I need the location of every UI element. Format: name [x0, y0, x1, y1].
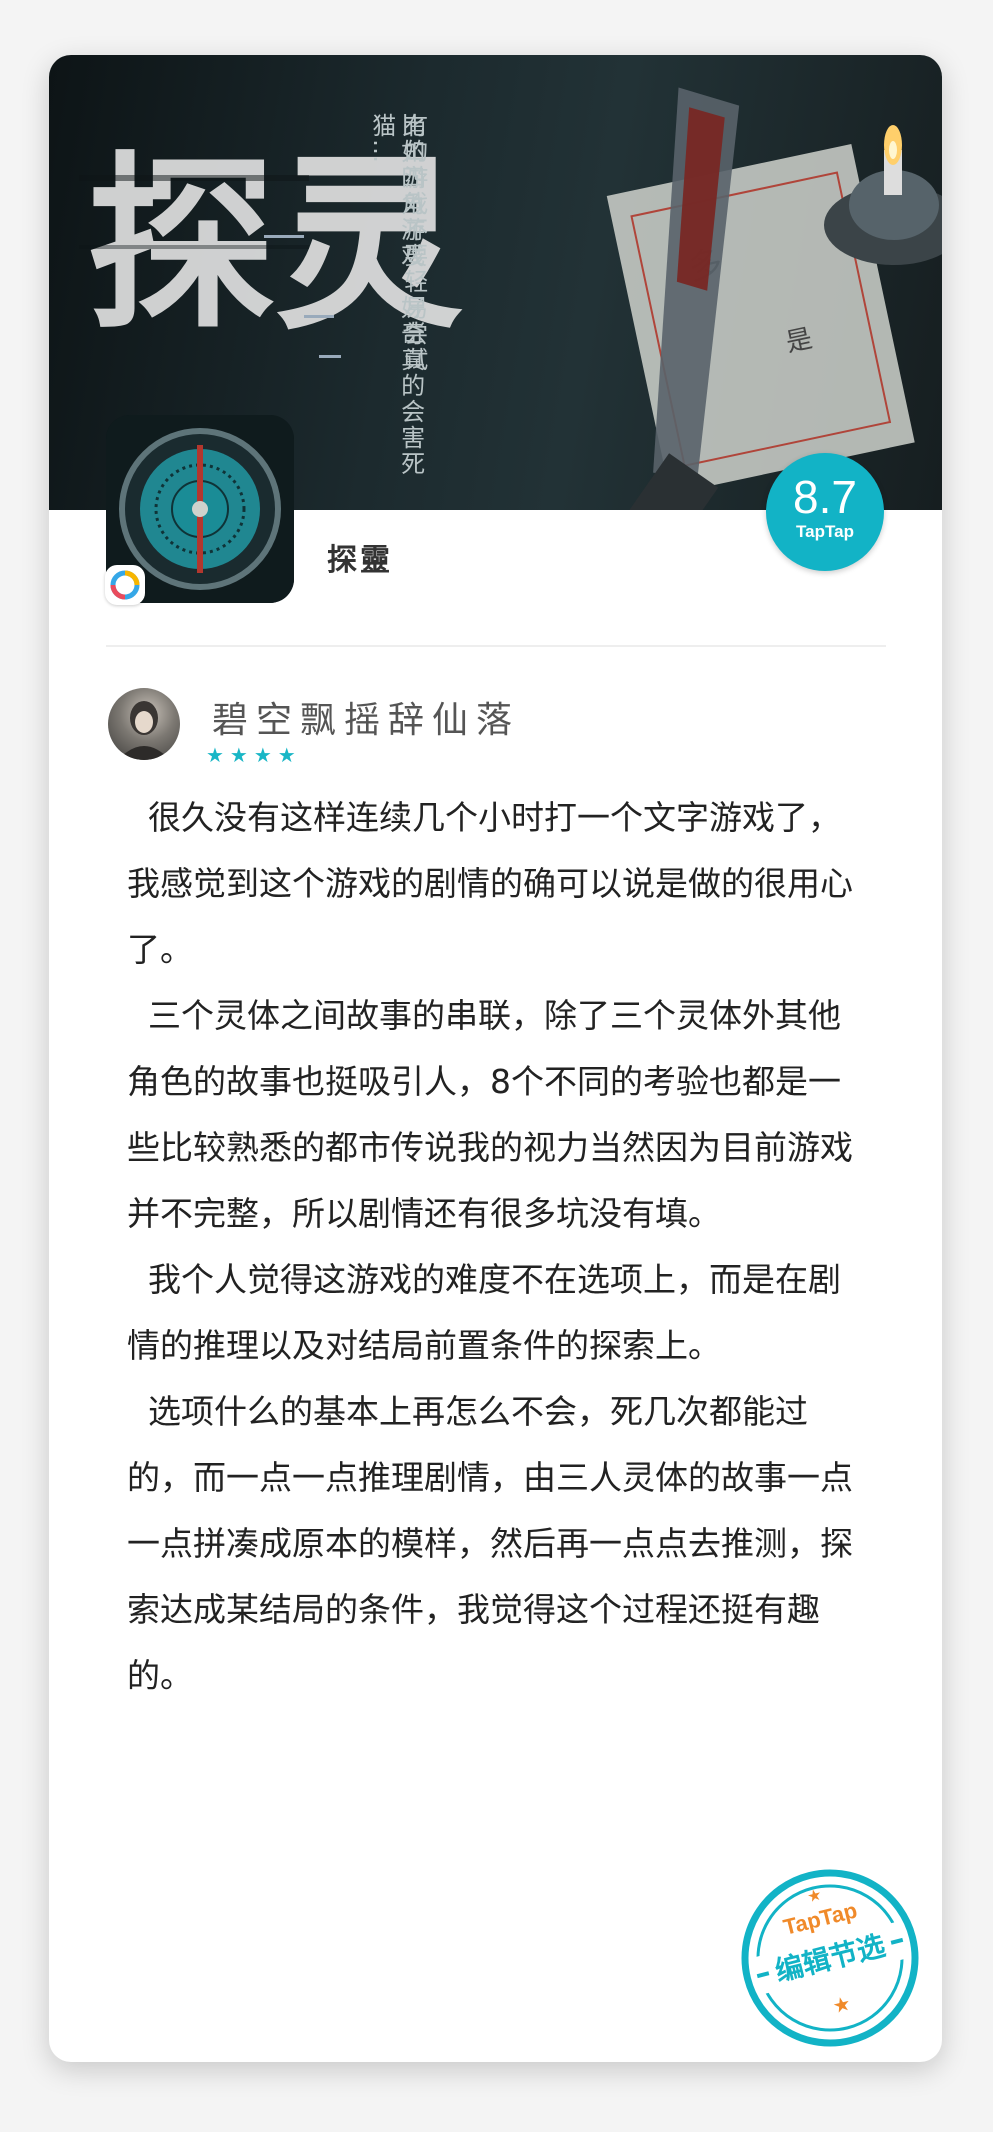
- rating-stars: ★★★★: [206, 743, 302, 767]
- score-brand: TapTap: [796, 522, 854, 541]
- game-name[interactable]: 探靈: [327, 535, 393, 579]
- score-value: 8.7: [793, 471, 857, 523]
- review-text: 很久没有这样连续几个小时打一个文字游戏了，我感觉到这个游戏的剧情的确可以说是做的…: [127, 785, 867, 1709]
- stamp-star-icon: ★: [830, 1991, 853, 2019]
- banner-tagline-2: 比如四角游戏 好奇真的会害死猫…: [367, 113, 425, 477]
- divider: [106, 645, 886, 647]
- editor-pick-stamp: TapTap 编辑节选 ★ ★: [741, 1869, 919, 2047]
- reviewer-name[interactable]: 碧空飘摇辞仙落: [212, 691, 520, 743]
- review-paragraph: 很久没有这样连续几个小时打一个文字游戏了，我感觉到这个游戏的剧情的确可以说是做的…: [127, 798, 853, 969]
- stamp-brand: TapTap: [781, 1898, 860, 1940]
- review-paragraph: 三个灵体之间故事的串联，除了三个灵体外其他角色的故事也挺吸引人，8个不同的考验也…: [127, 996, 853, 1233]
- review-paragraph: 选项什么的基本上再怎么不会，死几次都能过的，而一点一点推理剧情，由三人灵体的故事…: [127, 1392, 853, 1695]
- avatar[interactable]: [108, 688, 180, 760]
- score-badge: 8.7 TapTap: [766, 453, 884, 571]
- platform-badge-icon: [105, 565, 145, 605]
- review-card: 探灵 多 是: [49, 55, 942, 2062]
- review-paragraph: 我个人觉得这游戏的难度不在选项上，而是在剧情的推理以及对结局前置条件的探索上。: [127, 1260, 841, 1365]
